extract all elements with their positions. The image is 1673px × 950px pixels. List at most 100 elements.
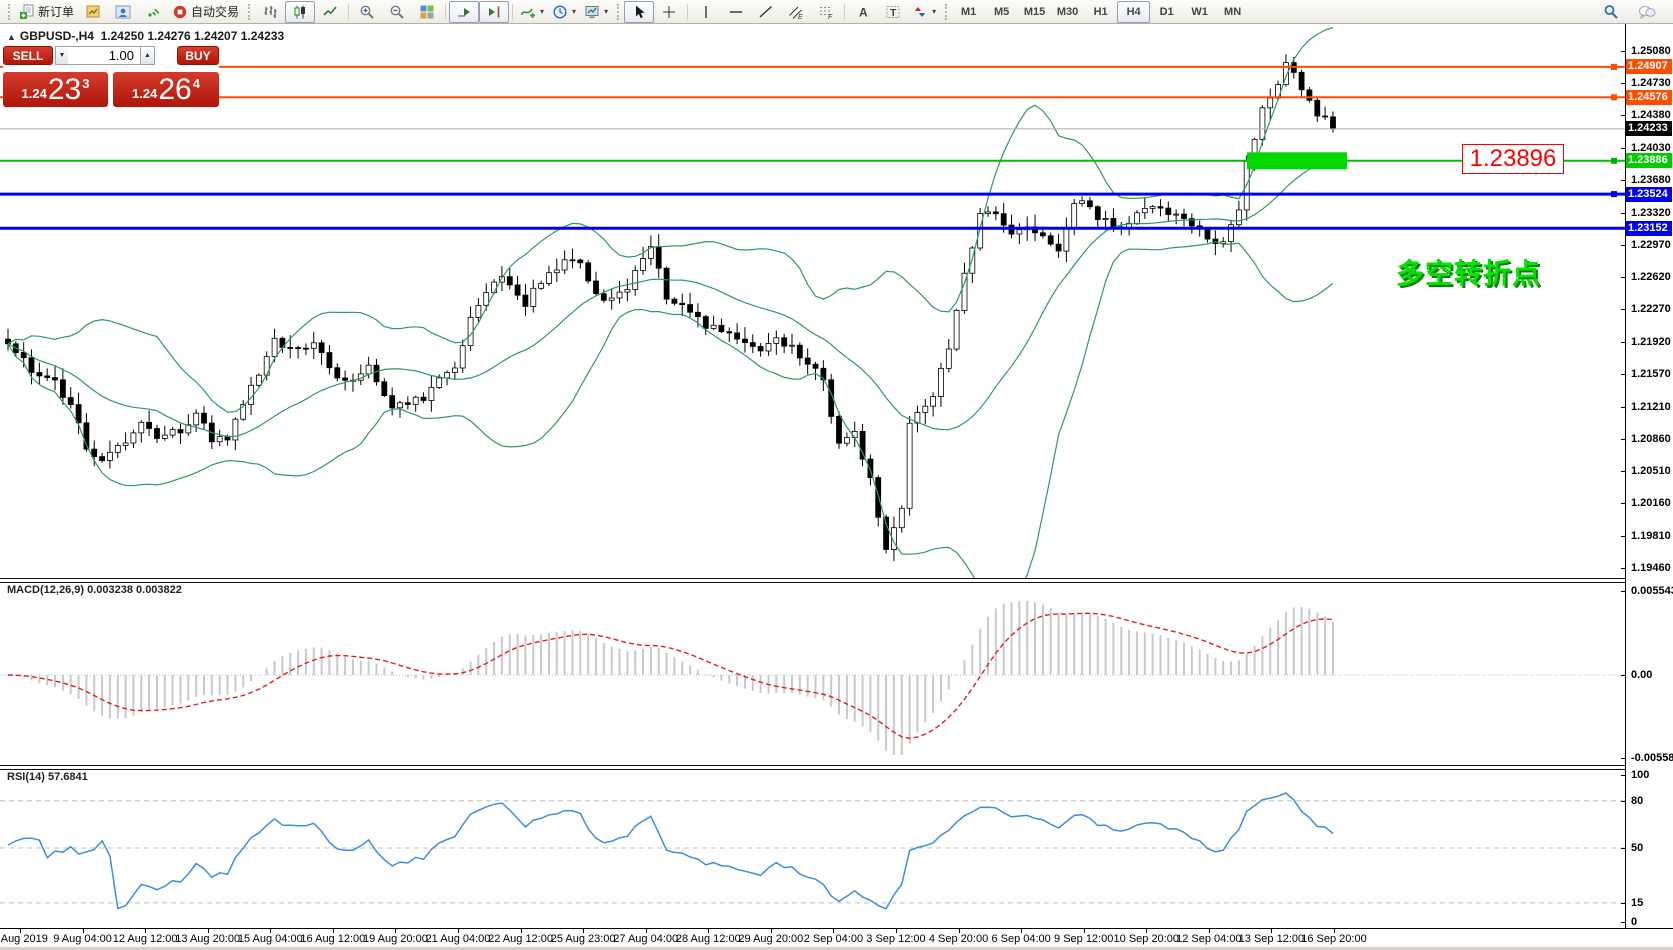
candlestick-button[interactable]	[285, 1, 315, 23]
periods-button[interactable]: ▾	[548, 1, 580, 23]
tile-windows-button[interactable]	[412, 1, 442, 23]
profile-button[interactable]	[108, 1, 138, 23]
buy-price-big: 26	[158, 75, 191, 105]
candle-body	[327, 353, 332, 368]
price-scale[interactable]: 1.250801.247301.243801.240301.236801.233…	[1626, 24, 1673, 946]
sell-price-button[interactable]: 1.24 23 3	[3, 72, 108, 107]
volume-increase-button[interactable]: ▲	[141, 46, 155, 65]
candle-body	[398, 403, 403, 408]
volume-input[interactable]	[68, 46, 141, 65]
signals-button[interactable]	[138, 1, 168, 23]
tf-h4-button[interactable]: H4	[1117, 1, 1150, 23]
chevron-down-icon[interactable]: ▾	[932, 7, 936, 16]
candle-body	[437, 378, 442, 388]
macd-scale-label: 0.00	[1631, 669, 1652, 681]
collapse-panel-icon[interactable]: ▲	[7, 32, 16, 42]
candle-body	[899, 508, 904, 527]
time-label: 12 Aug 12:00	[113, 933, 178, 945]
tf-m5-button[interactable]: M5	[985, 1, 1018, 23]
templates-button[interactable]: ▾	[580, 1, 612, 23]
toolbar-grip[interactable]	[248, 4, 250, 20]
buy-price-button[interactable]: 1.24 26 4	[113, 72, 219, 107]
template-icon	[584, 4, 600, 20]
autotrading-button[interactable]: 自动交易	[168, 1, 243, 23]
rsi-scale-label: 15	[1631, 897, 1643, 909]
candle-body	[790, 345, 795, 346]
zoom-in-button[interactable]	[352, 1, 382, 23]
candle-body	[1056, 244, 1061, 251]
tf-m30-button[interactable]: M30	[1051, 1, 1084, 23]
candle-body	[805, 358, 810, 364]
cursor-button[interactable]	[624, 1, 654, 23]
trendline-button[interactable]	[751, 1, 781, 23]
scale-tick	[1621, 277, 1625, 278]
candle-body	[813, 364, 818, 368]
candle-body	[625, 290, 630, 293]
sell-price-big: 23	[48, 75, 81, 105]
scale-tick	[1621, 922, 1625, 923]
auto-scroll-button[interactable]	[449, 1, 479, 23]
horizontal-line-button[interactable]	[721, 1, 751, 23]
mt4-terminal: 新订单自动交易▾▾▾EFAT▾M1M5M15M30H1H4D1W1MN ▲GBP…	[0, 0, 1673, 950]
chevron-down-icon[interactable]: ▾	[540, 7, 544, 16]
indicators-button[interactable]: ▾	[516, 1, 548, 23]
toolbar-grip[interactable]	[617, 4, 619, 20]
toolbar-grip[interactable]	[945, 4, 947, 20]
candle-body	[225, 437, 230, 440]
time-label: 22 Aug 12:00	[488, 933, 553, 945]
chat-button[interactable]	[1632, 1, 1662, 23]
text-label-button[interactable]: T	[878, 1, 908, 23]
rsi-pane[interactable]	[0, 769, 1625, 928]
tf-h1-button[interactable]: H1	[1084, 1, 1117, 23]
candle-body	[92, 449, 97, 457]
button-label: 自动交易	[191, 3, 239, 20]
toolbar-separator	[445, 4, 446, 20]
vertical-line-button[interactable]	[691, 1, 721, 23]
tf-m1-button[interactable]: M1	[952, 1, 985, 23]
chart-window-button[interactable]	[78, 1, 108, 23]
price-text-annotation[interactable]: 1.23896	[1462, 144, 1564, 174]
candle-body	[1142, 208, 1147, 212]
candle-body	[688, 305, 693, 313]
chart-canvas[interactable]	[0, 24, 1625, 578]
text-button[interactable]: A	[848, 1, 878, 23]
tf-m15-button[interactable]: M15	[1018, 1, 1051, 23]
candle-body	[554, 270, 559, 273]
candle-body	[539, 284, 544, 289]
tf-mn-button[interactable]: MN	[1216, 1, 1249, 23]
time-axis[interactable]: 7 Aug 20199 Aug 04:0012 Aug 12:0013 Aug …	[0, 928, 1673, 947]
bar-chart-button[interactable]	[255, 1, 285, 23]
line-chart-button[interactable]	[315, 1, 345, 23]
candle-body	[641, 258, 646, 270]
search-button[interactable]	[1596, 1, 1626, 23]
textT-icon: T	[885, 4, 901, 20]
time-label: 12 Sep 04:00	[1176, 933, 1241, 945]
svg-text:F: F	[828, 14, 833, 20]
chevron-down-icon[interactable]: ▾	[572, 7, 576, 16]
crosshair-button[interactable]	[654, 1, 684, 23]
price-tag: 1.23886	[1626, 153, 1672, 168]
arrows-button[interactable]: ▾	[908, 1, 940, 23]
new-order-button[interactable]: 新订单	[15, 1, 78, 23]
candle-body	[601, 294, 606, 301]
candle-body	[29, 358, 34, 373]
chevron-down-icon[interactable]: ▾	[604, 7, 608, 16]
time-label: 21 Aug 04:00	[426, 933, 491, 945]
candles-icon	[292, 4, 308, 20]
channel-button[interactable]: E	[781, 1, 811, 23]
volume-decrease-button[interactable]: ▼	[55, 46, 69, 65]
textA-icon: A	[855, 4, 871, 20]
chart-shift-button[interactable]	[479, 1, 509, 23]
time-label: 16 Sep 20:00	[1301, 933, 1366, 945]
zoom-out-button[interactable]	[382, 1, 412, 23]
toolbar-grip[interactable]	[8, 4, 10, 20]
pivot-text-annotation[interactable]: 多空转折点	[1396, 252, 1541, 292]
tf-d1-button[interactable]: D1	[1150, 1, 1183, 23]
tf-w1-button[interactable]: W1	[1183, 1, 1216, 23]
sell-button[interactable]: SELL	[3, 46, 53, 65]
autotrade-icon	[172, 4, 188, 20]
buy-button[interactable]: BUY	[177, 46, 219, 65]
fibonacci-button[interactable]: F	[811, 1, 841, 23]
macd-pane[interactable]	[0, 582, 1625, 765]
time-label: 3 Sep 12:00	[866, 933, 925, 945]
